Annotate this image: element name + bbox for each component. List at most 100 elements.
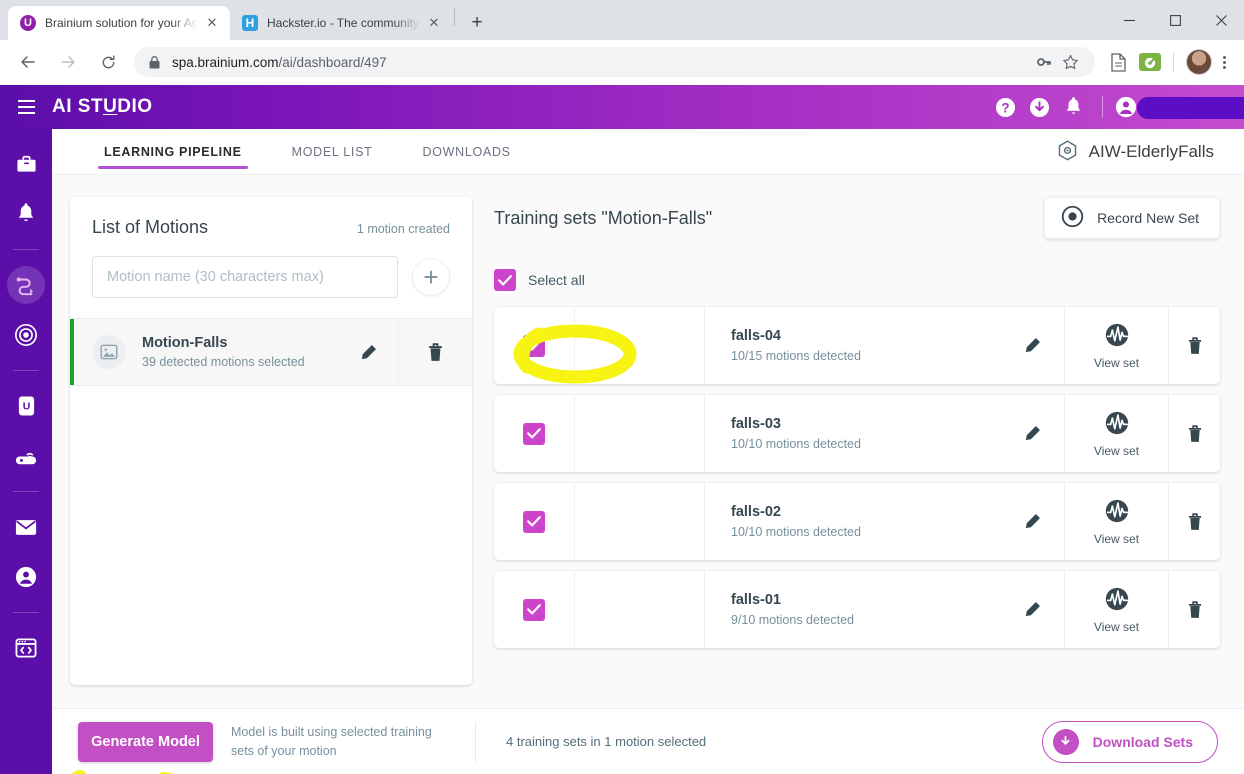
download-arrow-icon (1052, 728, 1079, 755)
download-circle-icon[interactable] (1022, 90, 1056, 124)
hexagon-target-icon (1057, 140, 1078, 163)
row-checkbox-cell[interactable] (494, 483, 574, 560)
profile-avatar[interactable] (1186, 49, 1212, 75)
briefcase-icon (16, 155, 36, 172)
star-icon[interactable] (1057, 54, 1083, 71)
address-bar[interactable]: spa.brainium.com/ai/dashboard/497 (134, 47, 1095, 77)
hamburger-menu-icon[interactable] (0, 100, 52, 114)
image-placeholder-icon (92, 335, 126, 369)
rail-item-device[interactable]: U (7, 387, 45, 425)
brainium-u-icon: U (20, 15, 36, 31)
rail-item-gateway[interactable] (7, 437, 45, 475)
download-sets-button[interactable]: Download Sets (1041, 720, 1218, 763)
browser-tab-brainium[interactable]: U Brainium solution for your Agile ✕ (8, 6, 230, 40)
browser-tab-strip: U Brainium solution for your Agile ✕ H H… (0, 0, 1244, 40)
hackster-icon: H (242, 15, 258, 31)
select-all-checkbox[interactable] (494, 269, 516, 291)
row-thumbnail-cell (574, 307, 704, 384)
edit-set-button[interactable] (1000, 307, 1064, 384)
rail-item-mail[interactable] (7, 508, 45, 546)
rail-item-pipeline[interactable] (7, 266, 45, 304)
rail-divider (13, 249, 39, 250)
reload-icon[interactable] (93, 47, 123, 77)
rail-item-account[interactable] (7, 558, 45, 596)
new-tab-button[interactable]: + (463, 9, 491, 37)
back-icon[interactable] (13, 47, 43, 77)
motions-title: List of Motions (92, 217, 209, 237)
row-thumbnail-cell (574, 395, 704, 472)
rail-divider (13, 491, 39, 492)
edit-motion-button[interactable] (338, 343, 398, 362)
delete-set-button[interactable] (1168, 395, 1220, 472)
view-set-button[interactable]: View set (1064, 307, 1168, 384)
generate-model-button[interactable]: Generate Model (78, 721, 213, 762)
help-circle-icon[interactable]: ? (988, 90, 1022, 124)
left-icon-rail: U (0, 129, 52, 774)
rail-item-code[interactable] (7, 629, 45, 667)
table-row[interactable]: falls-01 9/10 motions detected View set (494, 571, 1220, 648)
rail-item-notifications[interactable] (7, 195, 45, 233)
bell-icon[interactable] (1056, 90, 1090, 124)
browser-window: U Brainium solution for your Agile ✕ H H… (0, 0, 1244, 774)
key-icon[interactable] (1031, 54, 1057, 70)
view-set-button[interactable]: View set (1064, 483, 1168, 560)
edit-set-button[interactable] (1000, 483, 1064, 560)
edit-set-button[interactable] (1000, 571, 1064, 648)
select-all-label: Select all (528, 272, 585, 288)
set-detected: 9/10 motions detected (731, 613, 854, 627)
record-circle-icon (1061, 205, 1084, 231)
app-brand-title: AI STUDIO (52, 96, 153, 117)
view-set-label: View set (1093, 619, 1140, 634)
rail-divider (13, 370, 39, 371)
select-all-row[interactable]: Select all (494, 267, 1220, 293)
minimize-icon[interactable] (1106, 4, 1152, 36)
trash-icon (1188, 336, 1201, 354)
browser-tab-title: Brainium solution for your Agile (45, 16, 198, 30)
list-item[interactable]: Motion-Falls 39 detected motions selecte… (70, 318, 472, 386)
view-set-button[interactable]: View set (1064, 571, 1168, 648)
row-checkbox-cell[interactable] (494, 571, 574, 648)
delete-set-button[interactable] (1168, 571, 1220, 648)
view-set-button[interactable]: View set (1064, 395, 1168, 472)
tab-learning-pipeline[interactable]: LEARNING PIPELINE (98, 129, 248, 175)
extension-icon[interactable] (1135, 47, 1165, 77)
table-row[interactable]: falls-02 10/10 motions detected View set (494, 483, 1220, 560)
check-icon (527, 340, 541, 351)
close-icon[interactable]: ✕ (424, 13, 444, 33)
delete-set-button[interactable] (1168, 307, 1220, 384)
maximize-icon[interactable] (1152, 4, 1198, 36)
close-window-icon[interactable] (1198, 4, 1244, 36)
bell-icon (18, 203, 34, 222)
account-icon (15, 566, 37, 588)
waveform-icon (1104, 322, 1130, 353)
row-checkbox[interactable] (523, 510, 545, 533)
add-motion-button[interactable]: + (412, 258, 450, 296)
tab-downloads[interactable]: DOWNLOADS (416, 129, 516, 175)
row-checkbox[interactable] (523, 334, 545, 357)
pencil-icon (1025, 513, 1040, 529)
close-icon[interactable]: ✕ (202, 13, 222, 33)
reading-list-icon[interactable] (1103, 47, 1133, 77)
browser-tab-hackster[interactable]: H Hackster.io - The community dec ✕ (230, 6, 452, 40)
account-menu[interactable]: gmail.com (1115, 96, 1244, 119)
delete-motion-button[interactable] (398, 319, 472, 385)
delete-set-button[interactable] (1168, 483, 1220, 560)
table-row[interactable]: falls-03 10/10 motions detected View set (494, 395, 1220, 472)
row-checkbox[interactable] (523, 598, 545, 621)
chrome-menu-icon[interactable] (1212, 55, 1236, 69)
project-selector[interactable]: AIW-ElderlyFalls (1057, 140, 1214, 163)
record-new-set-button[interactable]: Record New Set (1044, 197, 1220, 239)
rail-item-briefcase[interactable] (7, 145, 45, 183)
row-checkbox[interactable] (523, 422, 545, 445)
row-checkbox-cell[interactable] (494, 307, 574, 384)
edit-set-button[interactable] (1000, 395, 1064, 472)
app-top-bar-actions: ? gmail.com (988, 90, 1244, 124)
tab-model-list[interactable]: MODEL LIST (286, 129, 379, 175)
motion-name-input[interactable] (92, 256, 398, 298)
row-checkbox-cell[interactable] (494, 395, 574, 472)
table-row[interactable]: falls-04 10/15 motions detected View set (494, 307, 1220, 384)
main-content: LEARNING PIPELINE MODEL LIST DOWNLOADS A… (52, 129, 1244, 774)
forward-icon[interactable] (53, 47, 83, 77)
rail-item-target[interactable] (7, 316, 45, 354)
check-icon (498, 274, 512, 285)
